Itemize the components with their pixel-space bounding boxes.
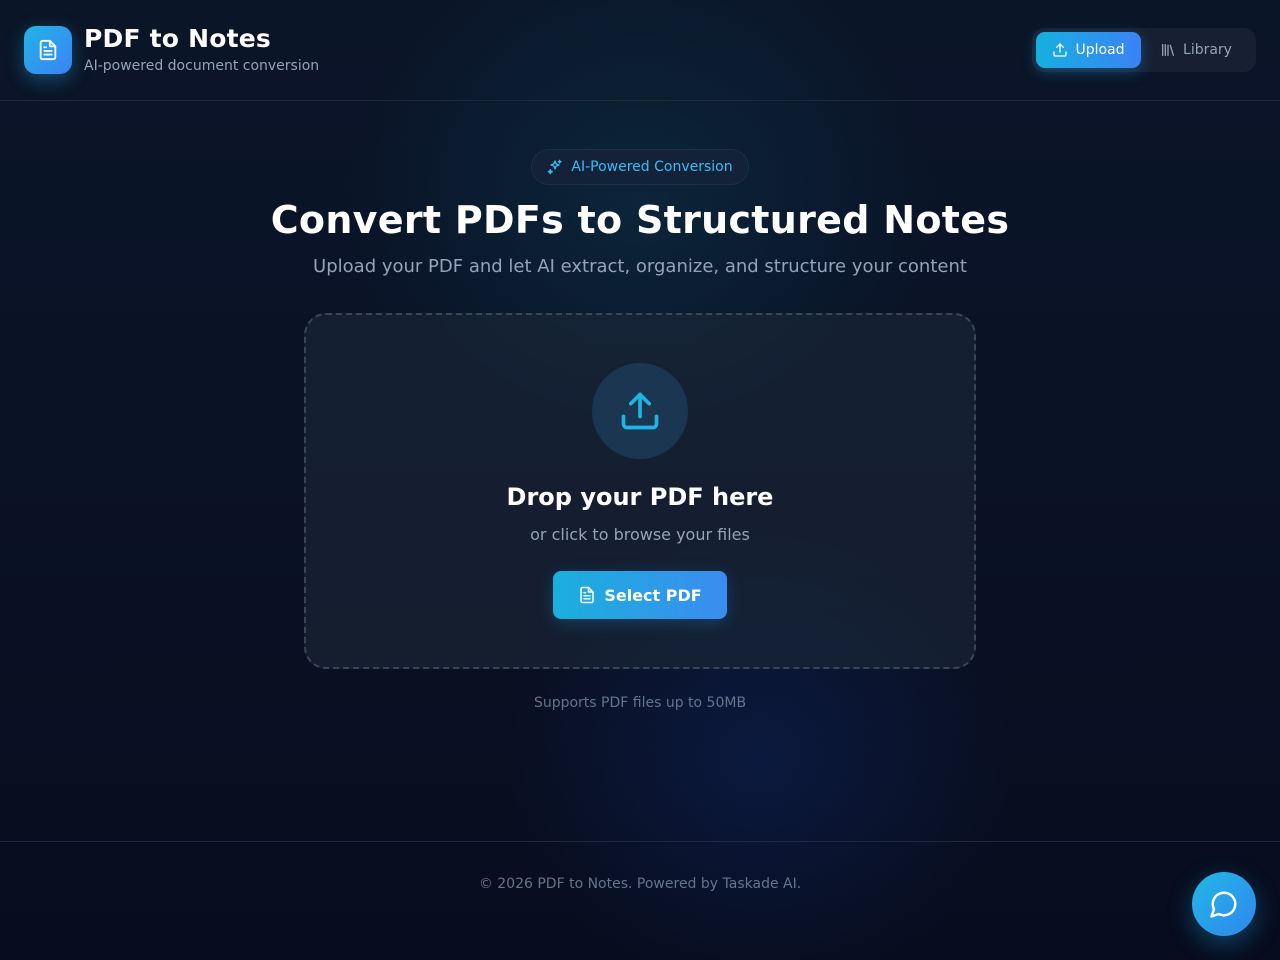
upload-icon	[1052, 42, 1068, 58]
ai-badge: AI-Powered Conversion	[531, 149, 749, 185]
dropzone-subtitle: or click to browse your files	[530, 525, 750, 544]
nav-upload-button[interactable]: Upload	[1036, 32, 1141, 68]
select-pdf-button[interactable]: Select PDF	[553, 571, 727, 619]
footer-copyright: © 2026 PDF to Notes. Powered by Taskade …	[478, 876, 802, 892]
main-nav: Upload Library	[1032, 28, 1256, 72]
chat-button[interactable]	[1192, 872, 1256, 936]
dropzone-icon-circle	[592, 363, 688, 459]
file-size-note: Supports PDF files up to 50MB	[533, 695, 747, 711]
document-icon	[37, 39, 59, 61]
dropzone-title: Drop your PDF here	[506, 483, 774, 511]
app-header: PDF to Notes AI-powered document convers…	[0, 0, 1280, 101]
ai-badge-label: AI-Powered Conversion	[571, 159, 733, 175]
pdf-dropzone[interactable]: Drop your PDF here or click to browse yo…	[304, 313, 976, 669]
page-subtitle: Upload your PDF and let AI extract, orga…	[313, 256, 967, 277]
select-pdf-label: Select PDF	[604, 585, 702, 605]
upload-icon	[618, 389, 662, 433]
nav-upload-label: Upload	[1075, 42, 1125, 58]
app-subtitle: AI-powered document conversion	[84, 58, 320, 74]
app-title: PDF to Notes	[84, 24, 271, 53]
page-title: Convert PDFs to Structured Notes	[270, 198, 1010, 242]
page-footer: © 2026 PDF to Notes. Powered by Taskade …	[0, 841, 1280, 960]
chat-bubble-icon	[1209, 889, 1239, 919]
nav-library-button[interactable]: Library	[1141, 32, 1251, 68]
sparkles-icon	[547, 159, 563, 175]
document-icon	[578, 586, 596, 604]
library-icon	[1160, 42, 1176, 58]
app-logo	[24, 26, 72, 74]
nav-library-label: Library	[1183, 42, 1232, 58]
